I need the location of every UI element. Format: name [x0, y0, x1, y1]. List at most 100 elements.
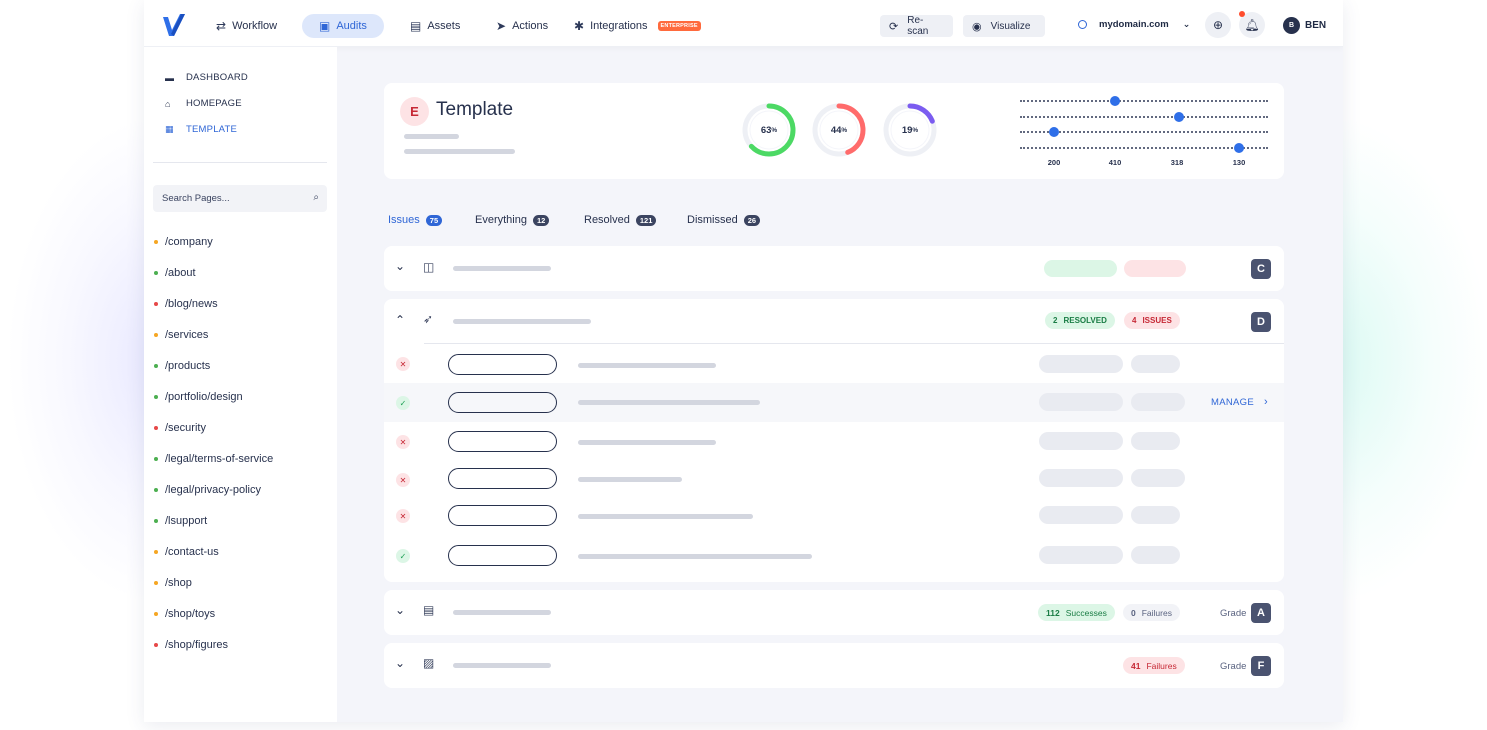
- table-row[interactable]: ✕: [384, 346, 1284, 383]
- list-item[interactable]: /legal/terms-of-service: [154, 453, 273, 465]
- audit-section-1[interactable]: ⌄ ◫ C: [384, 246, 1284, 291]
- notification-dot: [1239, 11, 1245, 17]
- slider-track-1: [1020, 100, 1268, 103]
- table-row[interactable]: ✕: [384, 423, 1284, 460]
- slider-handle-3[interactable]: [1049, 127, 1059, 137]
- page-path: /portfolio/design: [165, 391, 243, 403]
- manage-link[interactable]: MANAGE ›: [1211, 396, 1268, 408]
- sidebar-item-label: HOMEPAGE: [186, 98, 242, 109]
- search-input[interactable]: [162, 193, 302, 204]
- sidebar-item-dashboard[interactable]: ▬ DASHBOARD: [165, 72, 248, 83]
- user-menu[interactable]: B BEN: [1283, 17, 1326, 34]
- list-item[interactable]: /shop: [154, 577, 192, 589]
- domain-selector[interactable]: mydomain.com ⌄: [1078, 19, 1190, 30]
- domain-label: mydomain.com: [1099, 19, 1169, 30]
- chevron-down-icon[interactable]: ⌄: [395, 656, 405, 670]
- placeholder-pill: [448, 392, 557, 413]
- chevron-up-icon[interactable]: ⌃: [395, 313, 405, 327]
- error-icon: ✕: [396, 473, 410, 487]
- tab-resolved[interactable]: Resolved 121: [584, 214, 657, 226]
- audits-icon: ▣: [319, 19, 331, 33]
- grade-label: Grade: [1220, 661, 1247, 672]
- help-button[interactable]: ⊕: [1205, 12, 1231, 38]
- chevron-down-icon[interactable]: ⌄: [395, 259, 405, 273]
- image-icon: ▨: [423, 656, 435, 670]
- sidebar-item-label: TEMPLATE: [186, 124, 238, 135]
- nav-workflow[interactable]: ⇄ Workflow: [216, 14, 277, 38]
- placeholder-line: [578, 440, 716, 445]
- table-row[interactable]: ✓: [384, 537, 1284, 575]
- issues-label: ISSUES: [1142, 316, 1172, 325]
- visualize-label: Visualize: [990, 20, 1031, 32]
- list-item[interactable]: /shop/figures: [154, 639, 228, 651]
- page-path: /legal/privacy-policy: [165, 484, 261, 496]
- summary-card: E Template 63% 44% 19 % 200 410 318 130: [384, 83, 1284, 179]
- table-row[interactable]: ✓ MANAGE ›: [384, 383, 1284, 422]
- status-dot: [154, 271, 158, 275]
- score-donut-3: 19%: [882, 102, 938, 158]
- sidebar-item-template[interactable]: ▦ TEMPLATE: [165, 124, 237, 135]
- grade-box: C: [1251, 259, 1271, 279]
- table-row[interactable]: ✕: [384, 498, 1284, 535]
- slider-track-2: [1020, 116, 1268, 119]
- avatar: B: [1283, 17, 1300, 34]
- placeholder-pill: [1124, 260, 1186, 277]
- list-item[interactable]: /lsupport: [154, 515, 207, 527]
- table-row[interactable]: ✕: [384, 461, 1284, 498]
- failures-count: 41: [1131, 660, 1141, 671]
- tab-dismissed[interactable]: Dismissed 26: [687, 214, 761, 226]
- nav-actions[interactable]: ➤ Actions: [496, 14, 548, 38]
- assets-icon: ▤: [410, 19, 422, 33]
- page-title: Template: [436, 99, 514, 120]
- domain-status-icon: [1078, 20, 1087, 29]
- list-item[interactable]: /portfolio/design: [154, 391, 243, 403]
- list-item[interactable]: /contact-us: [154, 546, 219, 558]
- placeholder-pill: [448, 431, 557, 452]
- placeholder-line: [578, 554, 812, 559]
- page-path: /legal/terms-of-service: [165, 453, 274, 465]
- tab-everything[interactable]: Everything 12: [475, 214, 550, 226]
- slider-handle-4[interactable]: [1234, 143, 1244, 153]
- tab-label: Everything: [475, 214, 527, 226]
- app-window: ⇄ Workflow ▣ Audits ▤ Assets ➤ Actions ✱…: [144, 0, 1343, 722]
- nav-assets[interactable]: ▤ Assets: [410, 14, 460, 38]
- tab-count: 12: [532, 214, 550, 226]
- logo-icon[interactable]: [160, 12, 186, 38]
- slider-handle-1[interactable]: [1110, 96, 1120, 106]
- search-icon[interactable]: ⌕: [313, 192, 319, 203]
- list-item[interactable]: /shop/toys: [154, 608, 215, 620]
- visualize-button[interactable]: ◉ Visualize: [963, 15, 1045, 37]
- placeholder-pill: [1039, 355, 1123, 373]
- list-item[interactable]: /company: [154, 236, 213, 248]
- list-item[interactable]: /blog/news: [154, 298, 218, 310]
- tab-label: Dismissed: [687, 214, 738, 226]
- list-item[interactable]: /services: [154, 329, 208, 341]
- rescan-button[interactable]: ⟳ Re-scan: [880, 15, 953, 37]
- chevron-down-icon[interactable]: ⌄: [395, 603, 405, 617]
- status-dot: [154, 519, 158, 523]
- list-item[interactable]: /about: [154, 267, 196, 279]
- chevron-right-icon: ›: [1263, 396, 1268, 408]
- tab-issues[interactable]: Issues 75: [388, 214, 443, 226]
- placeholder-line: [404, 134, 459, 139]
- audit-section-3[interactable]: ⌄ ▤ 112 Successes 0 Failures Grade A: [384, 590, 1284, 635]
- status-dot: [154, 240, 158, 244]
- status-dot: [154, 612, 158, 616]
- slider-handle-2[interactable]: [1174, 112, 1184, 122]
- nav-audits[interactable]: ▣ Audits: [302, 14, 384, 38]
- placeholder-pill: [1039, 546, 1123, 564]
- sidebar-item-label: DASHBOARD: [186, 72, 248, 83]
- nav-integrations[interactable]: ✱ Integrations ENTERPRISE: [574, 14, 701, 38]
- placeholder-line: [453, 319, 591, 324]
- sidebar: ▬ DASHBOARD ⌂ HOMEPAGE ▦ TEMPLATE ⌕ /com…: [144, 47, 337, 722]
- status-dot: [154, 302, 158, 306]
- list-item[interactable]: /legal/privacy-policy: [154, 484, 261, 496]
- list-item[interactable]: /products: [154, 360, 210, 372]
- list-item[interactable]: /security: [154, 422, 206, 434]
- sidebar-item-homepage[interactable]: ⌂ HOMEPAGE: [165, 98, 242, 109]
- placeholder-line: [578, 514, 753, 519]
- audit-section-4[interactable]: ⌄ ▨ 41 Failures Grade F: [384, 643, 1284, 688]
- audit-section-2: ⌃ ➶ 2 RESOLVED 4 ISSUES D ✕ ✓ MANAGE › ✕…: [384, 299, 1284, 582]
- search-pages[interactable]: ⌕: [153, 185, 327, 212]
- failures-pill: 0 Failures: [1123, 604, 1180, 621]
